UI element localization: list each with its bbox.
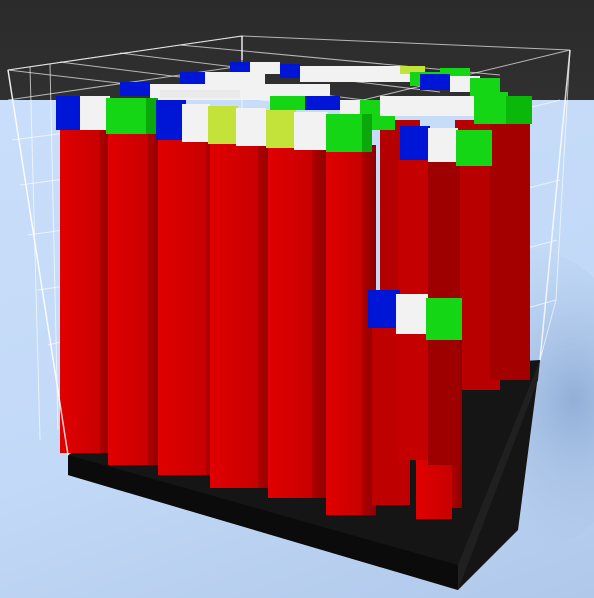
cap-front-left (56, 96, 158, 134)
game-viewport[interactable] (0, 0, 594, 598)
voxel-scene (7, 35, 594, 590)
cap-right-upper (400, 126, 492, 166)
